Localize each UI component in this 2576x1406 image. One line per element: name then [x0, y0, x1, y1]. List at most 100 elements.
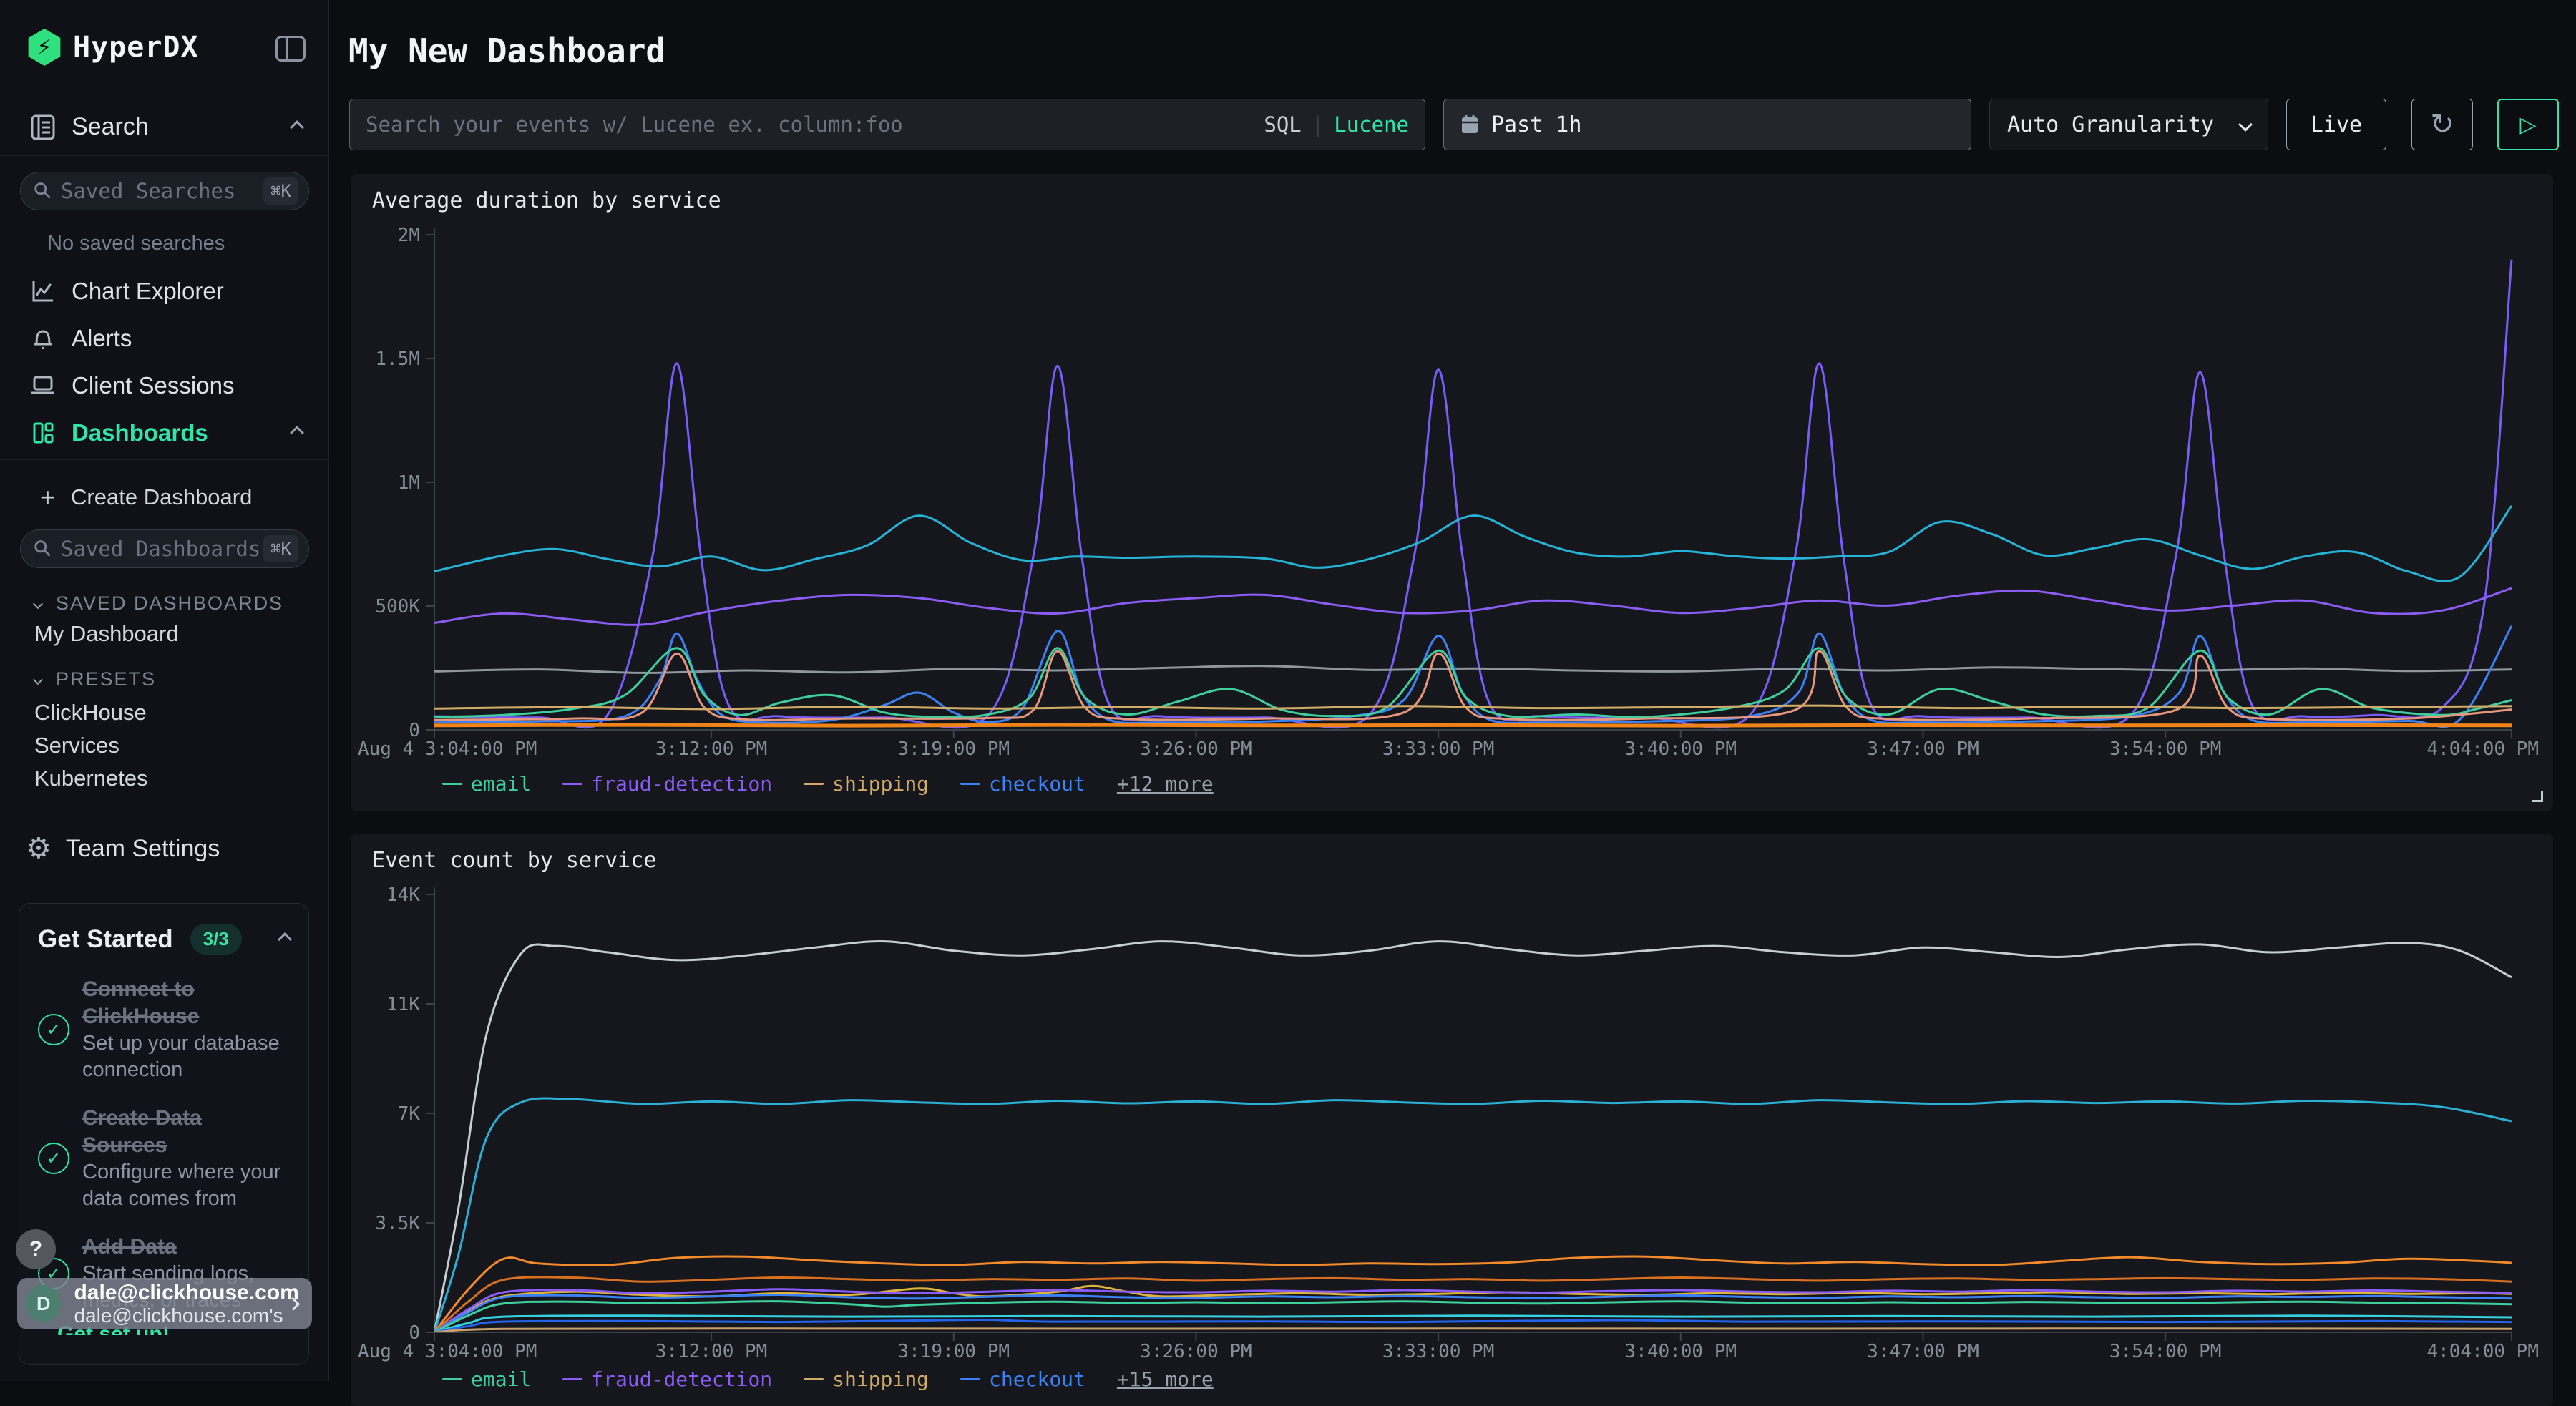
calendar-icon: [1460, 114, 1480, 135]
legend-more-link[interactable]: +15 more: [1117, 1367, 1214, 1391]
series-series-white: [434, 942, 2512, 1332]
chevron-down-icon: [33, 674, 43, 684]
team-settings-label: Team Settings: [66, 835, 220, 863]
sidebar-item-client-sessions[interactable]: Client Sessions: [27, 372, 302, 399]
mode-divider: |: [1312, 112, 1324, 137]
sidebar-item-my-dashboard[interactable]: My Dashboard: [34, 621, 179, 647]
search-section-label: Search: [72, 113, 149, 141]
sidebar-item-dashboards[interactable]: Dashboards: [27, 419, 302, 446]
series-series-salmon: [434, 651, 2512, 720]
y-axis-label: 2M: [398, 225, 420, 246]
user-account-chip[interactable]: D dale@clickhouse.com dale@clickhouse.co…: [17, 1278, 312, 1329]
live-button[interactable]: Live: [2286, 99, 2386, 150]
chevron-up-icon: [290, 120, 304, 135]
sidebar-item-search[interactable]: Search: [27, 113, 302, 141]
logo-text: HyperDX: [73, 31, 199, 64]
x-axis-label: 3:19:00 PM: [897, 1341, 1010, 1362]
search-icon: [34, 540, 52, 558]
live-label: Live: [2311, 112, 2362, 137]
legend-item-email[interactable]: email: [442, 772, 531, 796]
legend-label: email: [471, 1367, 531, 1391]
lucene-mode-toggle[interactable]: Lucene: [1334, 112, 1409, 137]
y-axis-label: 3.5K: [375, 1213, 420, 1234]
event-count-chart[interactable]: 03.5K7K11K14KAug 4 3:04:00 PM3:12:00 PM3…: [351, 834, 2553, 1406]
shortcut-badge: ⌘K: [263, 535, 298, 562]
saved-dashboards-header[interactable]: SAVED DASHBOARDS: [34, 592, 283, 615]
sql-mode-toggle[interactable]: SQL: [1264, 112, 1301, 137]
search-icon: [34, 182, 52, 200]
checklist-item-sources[interactable]: ✓ Create Data Sources Configure where yo…: [38, 1105, 290, 1212]
hyperdx-logo-icon: ⚡: [26, 29, 63, 66]
chevron-up-icon[interactable]: [278, 932, 292, 947]
sidebar-item-chart-explorer[interactable]: Chart Explorer: [27, 278, 302, 305]
event-search-input[interactable]: [366, 112, 1264, 137]
series-series-violet-spikes: [434, 260, 2512, 728]
panel-title: Average duration by service: [372, 188, 721, 213]
legend-item-fraud-detection[interactable]: fraud-detection: [562, 1367, 772, 1391]
legend-item-email[interactable]: email: [442, 1367, 531, 1391]
granularity-value: Auto Granularity: [2007, 112, 2214, 137]
collapse-sidebar-icon: [275, 36, 306, 62]
series-series-orange-dark: [434, 1277, 2512, 1332]
client-sessions-label: Client Sessions: [72, 372, 234, 399]
event-search-bar[interactable]: SQL | Lucene: [349, 99, 1425, 150]
sidebar-item-clickhouse[interactable]: ClickHouse: [34, 700, 147, 726]
legend-swatch: [804, 783, 824, 786]
resize-handle-icon[interactable]: [2532, 791, 2543, 802]
x-axis-label: 3:40:00 PM: [1625, 738, 1737, 760]
legend-more-link[interactable]: +12 more: [1117, 772, 1214, 796]
chevron-down-icon: [2238, 117, 2253, 132]
legend-label: fraud-detection: [591, 772, 772, 796]
legend-item-checkout[interactable]: checkout: [960, 1367, 1085, 1391]
play-icon: ▷: [2519, 112, 2536, 137]
check-circle-icon: ✓: [38, 1014, 69, 1045]
saved-searches-field[interactable]: [61, 179, 263, 203]
dashboards-icon: [27, 420, 59, 446]
laptop-icon: [27, 374, 59, 398]
saved-searches-input[interactable]: ⌘K: [20, 172, 309, 210]
user-org: dale@clickhouse.com's: [74, 1305, 288, 1327]
sidebar-item-kubernetes[interactable]: Kubernetes: [34, 766, 148, 791]
chart-legend: email fraud-detection shipping checkout +15 …: [442, 1367, 1214, 1391]
search-section-icon: [27, 114, 59, 141]
series-series-bright-cyan: [434, 1316, 2512, 1332]
sidebar-item-alerts[interactable]: Alerts: [27, 325, 302, 352]
divider: [0, 155, 329, 156]
legend-label: shipping: [832, 772, 929, 796]
no-saved-searches-text: No saved searches: [47, 232, 225, 255]
average-duration-chart[interactable]: 0500K1M1.5M2MAug 4 3:04:00 PM3:12:00 PM3…: [351, 174, 2553, 811]
x-axis-label: 3:33:00 PM: [1382, 1341, 1495, 1362]
legend-item-shipping[interactable]: shipping: [804, 1367, 929, 1391]
help-button[interactable]: ?: [16, 1229, 56, 1269]
legend-label: email: [471, 772, 531, 796]
x-axis-label: 3:54:00 PM: [2109, 738, 2222, 760]
saved-dashboards-field[interactable]: [61, 537, 263, 561]
granularity-dropdown[interactable]: Auto Granularity: [1989, 99, 2268, 150]
legend-item-shipping[interactable]: shipping: [804, 772, 929, 796]
sidebar-collapse-button[interactable]: [275, 36, 306, 62]
saved-dashboards-input[interactable]: ⌘K: [20, 529, 309, 568]
legend-item-checkout[interactable]: checkout: [960, 772, 1085, 796]
x-axis-label: 3:26:00 PM: [1140, 738, 1252, 760]
sidebar: ⚡ HyperDX Search ⌘K No saved searches Ch…: [0, 0, 329, 1381]
x-axis-label: 3:54:00 PM: [2109, 1341, 2222, 1362]
run-query-button[interactable]: ▷: [2497, 99, 2559, 150]
series-series-orange: [434, 725, 2512, 726]
refresh-button[interactable]: ↻: [2411, 99, 2473, 150]
avatar: D: [26, 1285, 61, 1322]
legend-item-fraud-detection[interactable]: fraud-detection: [562, 772, 772, 796]
series-checkout: [434, 626, 2512, 727]
presets-header[interactable]: PRESETS: [34, 668, 156, 690]
sidebar-item-services[interactable]: Services: [34, 733, 119, 758]
user-email: dale@clickhouse.com: [74, 1281, 288, 1305]
create-dashboard-button[interactable]: + Create Dashboard: [40, 482, 252, 512]
x-axis-label: 3:40:00 PM: [1625, 1341, 1737, 1362]
time-range-picker[interactable]: Past 1h: [1443, 99, 1971, 150]
gear-icon: ⚙: [26, 833, 52, 864]
sidebar-item-team-settings[interactable]: ⚙ Team Settings: [26, 833, 220, 864]
series-fraud-detection: [434, 588, 2512, 625]
x-axis-label: 3:33:00 PM: [1382, 738, 1495, 760]
x-axis-label: Aug 4 3:04:00 PM: [358, 738, 537, 760]
checklist-item-connect[interactable]: ✓ Connect to ClickHouse Set up your data…: [38, 976, 290, 1083]
logo[interactable]: ⚡ HyperDX: [26, 29, 199, 66]
